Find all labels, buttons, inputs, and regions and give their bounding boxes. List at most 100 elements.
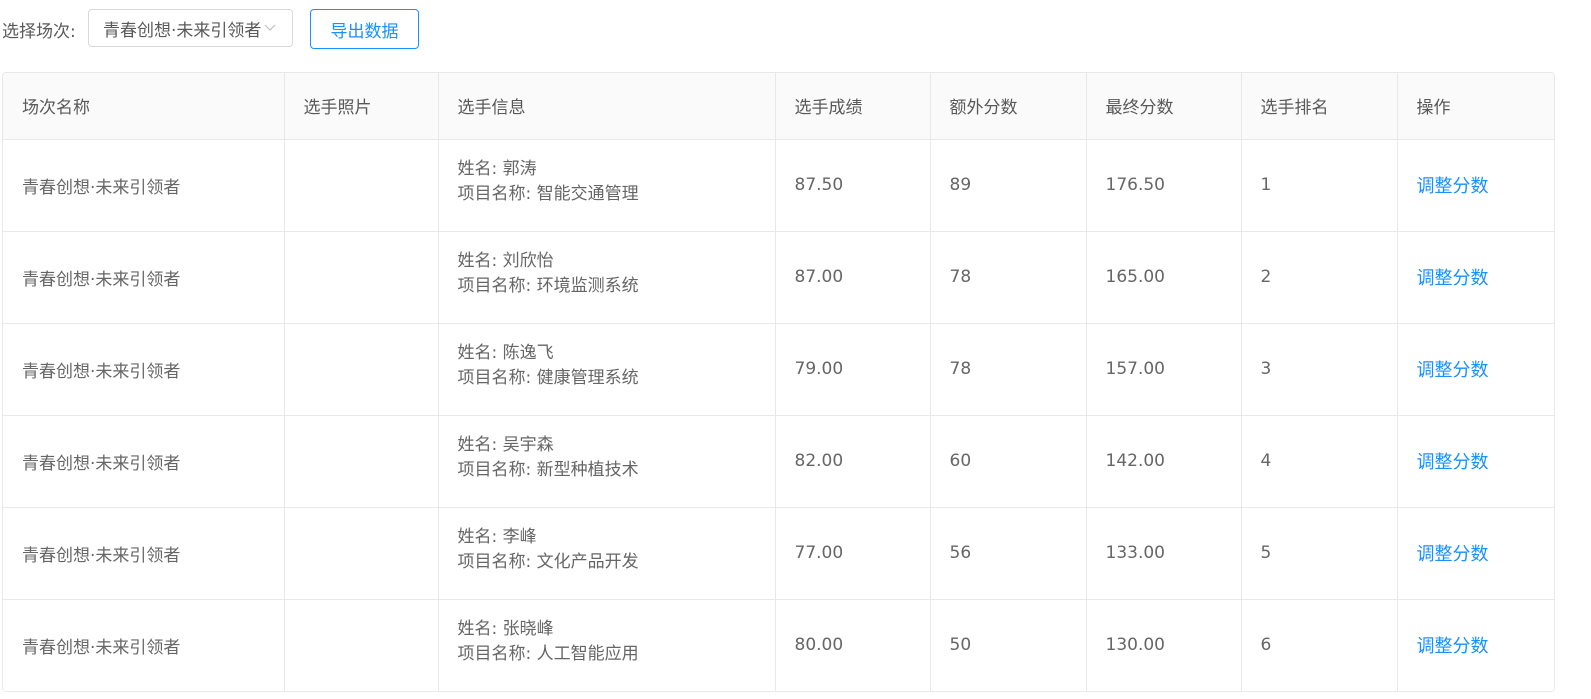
project-name-line: 项目名称: 人工智能应用: [458, 642, 775, 667]
cell-photo: [284, 323, 439, 416]
cell-info: 姓名: 刘欣怡 项目名称: 环境监测系统: [438, 231, 776, 324]
project-name-prefix: 项目名称:: [457, 460, 537, 480]
cell-info: 姓名: 郭涛 项目名称: 智能交通管理: [438, 139, 776, 232]
project-name-line: 项目名称: 新型种植技术: [458, 458, 775, 483]
cell-action: 调整分数: [1397, 599, 1554, 692]
cell-photo: [284, 599, 439, 692]
player-name-line: 姓名: 刘欣怡: [458, 249, 775, 274]
cell-photo: [284, 507, 439, 600]
cell-score: 80.00: [775, 599, 931, 692]
cell-info: 姓名: 陈逸飞项目名称: 健康管理系统: [438, 323, 776, 416]
project-name: 健康管理系统: [536, 368, 639, 388]
player-name-line: 姓名: 吴宇森: [458, 433, 775, 458]
cell-photo: [284, 231, 439, 324]
player-name: 吴宇森: [502, 435, 554, 455]
cell-action: 调整分数: [1397, 139, 1554, 232]
cell-rank: 4: [1241, 415, 1398, 508]
session-select[interactable]: 青春创想·未来引领者: [88, 9, 293, 47]
cell-info: 姓名: 李峰 项目名称: 文化产品开发: [438, 507, 776, 600]
cell-extra: 50: [930, 599, 1087, 692]
header-session: 场次名称: [3, 73, 285, 140]
project-name: 智能交通管理: [536, 184, 639, 204]
cell-rank: 5: [1241, 507, 1398, 600]
cell-session: 青春创想·未来引领者: [3, 599, 285, 692]
cell-score: 87.50: [775, 139, 931, 232]
header-rank: 选手排名: [1241, 73, 1398, 140]
header-photo: 选手照片: [284, 73, 439, 140]
cell-action: 调整分数: [1397, 415, 1554, 508]
project-name-prefix: 项目名称:: [457, 276, 537, 296]
table-row: 青春创想·未来引领者 姓名: 吴宇森 项目名称: 新型种植技术 82.00 60 142.…: [3, 415, 1554, 508]
cell-extra: 78: [930, 231, 1087, 324]
header-action: 操作: [1397, 73, 1554, 140]
export-data-button[interactable]: 导出数据: [310, 9, 419, 49]
adjust-score-link[interactable]: 调整分数: [1417, 636, 1489, 657]
cell-session: 青春创想·未来引领者: [3, 139, 285, 232]
adjust-score-link[interactable]: 调整分数: [1417, 360, 1489, 381]
project-name: 人工智能应用: [536, 644, 639, 664]
header-info: 选手信息: [438, 73, 776, 140]
player-name-prefix: 姓名:: [457, 435, 503, 455]
cell-action: 调整分数: [1397, 507, 1554, 600]
header-score: 选手成绩: [775, 73, 931, 140]
player-name-prefix: 姓名:: [457, 343, 503, 363]
project-name-prefix: 项目名称:: [457, 368, 537, 388]
project-name-prefix: 项目名称:: [457, 552, 537, 572]
table-row: 青春创想·未来引领者 姓名: 陈逸飞 项目名称: 健康管理系统 79.00 78 157.…: [3, 323, 1554, 416]
player-name-line: 姓名: 李峰: [458, 525, 775, 550]
cell-extra: 78: [930, 323, 1087, 416]
table-row: 青春创想·未来引领者 姓名: 张晓峰 项目名称: 人工智能应用 80.00 50 130.…: [3, 599, 1554, 692]
player-name-line: 姓名: 郭涛: [458, 157, 775, 182]
header-final: 最终分数: [1086, 73, 1242, 140]
cell-info: 姓名: 张晓峰 项目名称: 人工智能应用: [438, 599, 776, 692]
cell-session: 青春创想·未来引领者: [3, 231, 285, 324]
adjust-score-link[interactable]: 调整分数: [1417, 544, 1489, 565]
project-name-prefix: 项目名称:: [457, 644, 537, 664]
table-row: 青春创想·未来引领者 姓名: 郭涛 项目名称: 智能交通管理 87.50 89 176.5…: [3, 139, 1554, 232]
cell-final: 142.00: [1086, 415, 1242, 508]
player-name: 张晓峰: [502, 619, 554, 639]
cell-rank: 3: [1241, 323, 1398, 416]
project-name: 环境监测系统: [536, 276, 639, 296]
cell-extra: 60: [930, 415, 1087, 508]
session-select-value: 青春创想·未来引领者: [103, 20, 262, 41]
player-name-prefix: 姓名:: [457, 159, 503, 179]
cell-rank: 2: [1241, 231, 1398, 324]
adjust-score-link[interactable]: 调整分数: [1417, 452, 1489, 473]
table-row: 青春创想·未来引领者 姓名: 李峰 项目名称: 文化产品开发 77.00 56 133.0…: [3, 507, 1554, 600]
player-name: 郭涛: [502, 159, 537, 179]
cell-action: 调整分数: [1397, 323, 1554, 416]
project-name-line: 项目名称: 文化产品开发: [458, 550, 775, 575]
cell-rank: 6: [1241, 599, 1398, 692]
project-name: 新型种植技术: [536, 460, 639, 480]
project-name-line: 项目名称: 智能交通管理: [458, 182, 775, 207]
player-name: 刘欣怡: [502, 251, 554, 271]
adjust-score-link[interactable]: 调整分数: [1417, 176, 1489, 197]
scores-table: 场次名称 选手照片 选手信息 选手成绩 额外分数 最终分数 选手排名 操作 青春…: [2, 72, 1555, 692]
cell-final: 176.50: [1086, 139, 1242, 232]
cell-session: 青春创想·未来引领者: [3, 415, 285, 508]
project-name: 文化产品开发: [536, 552, 639, 572]
cell-extra: 56: [930, 507, 1087, 600]
table-body: 青春创想·未来引领者 姓名: 郭涛 项目名称: 智能交通管理 87.50 89 176.5…: [3, 139, 1554, 692]
player-name: 陈逸飞: [502, 343, 554, 363]
cell-session: 青春创想·未来引领者: [3, 323, 285, 416]
table-header-row: 场次名称 选手照片 选手信息 选手成绩 额外分数 最终分数 选手排名 操作: [3, 73, 1554, 140]
cell-final: 130.00: [1086, 599, 1242, 692]
cell-photo: [284, 415, 439, 508]
cell-rank: 1: [1241, 139, 1398, 232]
table-row: 青春创想·未来引领者 姓名: 刘欣怡 项目名称: 环境监测系统 87.00 78 165.…: [3, 231, 1554, 324]
filter-controls: 青春创想·未来引领者 导出数据: [0, 9, 420, 49]
cell-photo: [284, 139, 439, 232]
project-name-line: 项目名称: 环境监测系统: [458, 274, 775, 299]
player-name-line: 姓名: 张晓峰: [458, 617, 775, 642]
cell-extra: 89: [930, 139, 1087, 232]
cell-final: 157.00: [1086, 323, 1242, 416]
cell-session: 青春创想·未来引领者: [3, 507, 285, 600]
cell-score: 77.00: [775, 507, 931, 600]
adjust-score-link[interactable]: 调整分数: [1417, 268, 1489, 289]
cell-final: 165.00: [1086, 231, 1242, 324]
cell-score: 87.00: [775, 231, 931, 324]
header-extra: 额外分数: [930, 73, 1087, 140]
player-name-prefix: 姓名:: [457, 619, 503, 639]
